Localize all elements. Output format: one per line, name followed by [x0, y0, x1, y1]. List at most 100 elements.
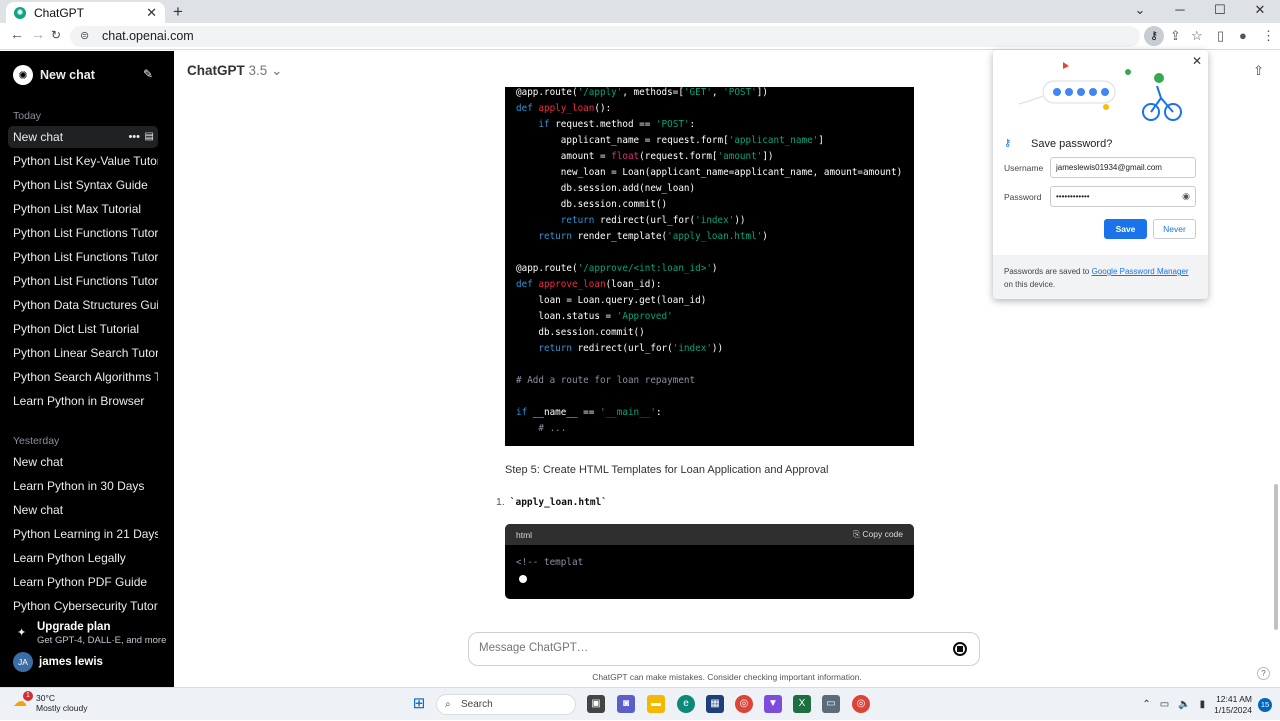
sidebar-chat-item[interactable]: Python List Max Tutorial [8, 198, 158, 220]
teams-icon[interactable]: ◙ [617, 695, 635, 713]
sidebar-chat-item[interactable]: Learn Python in 30 Days [8, 475, 158, 497]
sidebar-chat-item[interactable]: Python Linear Search Tutorial [8, 342, 158, 364]
sidebar-chat-item[interactable]: Python List Key-Value Tutorial [8, 150, 158, 172]
never-button[interactable]: Never [1153, 219, 1196, 239]
sidebar-chat-item[interactable]: New chat [8, 499, 158, 521]
reload-icon[interactable]: ↻ [51, 28, 61, 42]
password-manager-link[interactable]: Google Password Manager [1092, 267, 1189, 276]
sidebar-chat-item[interactable]: Python List Functions Tutorial [8, 270, 158, 292]
close-tab-icon[interactable]: ✕ [146, 5, 157, 21]
sidebar-chat-item[interactable]: Learn Python PDF Guide [8, 571, 158, 593]
password-field[interactable]: •••••••••••• ◉ [1050, 186, 1196, 207]
code-block-python: @app.route('/apply', methods=['GET', 'PO… [505, 87, 914, 446]
notification-badge[interactable]: 15 [1258, 697, 1272, 712]
maximize-button[interactable]: ☐ [1200, 0, 1240, 23]
sidebar-chat-item[interactable]: Python List Functions Tutorial [8, 222, 158, 244]
code-block-html: html ⎘ Copy code <!-- templat [505, 524, 914, 599]
code-line: db.session.commit() [516, 327, 644, 339]
sidebar-chat-item[interactable]: New chat ••• ▤ [8, 126, 158, 148]
sidebar-chat-item[interactable]: Python Search Algorithms Tutorial [8, 366, 158, 388]
message-input[interactable] [479, 642, 919, 654]
edge-icon[interactable]: e [677, 695, 695, 713]
close-window-button[interactable]: ✕ [1240, 0, 1280, 23]
remote-desktop-icon[interactable]: ▭ [822, 695, 840, 713]
chevron-up-icon[interactable]: ⌃ [1142, 699, 1150, 710]
minimize-button[interactable]: ─ [1160, 0, 1200, 23]
edit-icon[interactable]: ✎ [143, 67, 153, 81]
excel-icon[interactable]: X [793, 695, 811, 713]
user-menu[interactable]: JA james lewis [13, 652, 103, 672]
forward-icon[interactable]: → [31, 26, 45, 42]
help-button[interactable]: ? [1257, 667, 1270, 680]
scrollbar[interactable] [1274, 484, 1278, 630]
browser-menu-icon[interactable]: ⋮ [1262, 28, 1275, 44]
store-icon[interactable]: ▦ [706, 695, 724, 713]
task-view-icon[interactable]: ▣ [587, 695, 605, 713]
chrome-active-icon[interactable]: ◎ [852, 695, 870, 713]
list-number: 1. [496, 496, 505, 508]
message-input-box[interactable] [468, 632, 980, 666]
sidebar-chat-item[interactable]: Python List Syntax Guide [8, 174, 158, 196]
bookmark-star-icon[interactable]: ☆ [1191, 28, 1203, 44]
chrome-icon[interactable]: ◎ [735, 695, 753, 713]
stop-generating-button[interactable] [953, 642, 967, 656]
taskbar-search[interactable]: ⌕ Search [436, 694, 576, 715]
code-line: def apply_loan(): [516, 103, 611, 115]
taskbar-search-label: Search [461, 699, 493, 710]
code-token: 'GET' [683, 87, 712, 98]
code-line: # ... [516, 423, 566, 435]
code-token: # Add a route for loan repayment [516, 375, 696, 386]
sidebar-chat-item[interactable]: Python Data Structures Guide [8, 294, 158, 316]
clock[interactable]: 12:41 AM 1/15/2024 [1214, 694, 1252, 716]
weather-icon: ☁ 1 [13, 691, 33, 713]
code-token: '/approve/<int:loan_id>' [577, 263, 712, 274]
save-button[interactable]: Save [1104, 219, 1147, 239]
archive-icon[interactable]: ▤ [145, 126, 154, 148]
new-chat-label: New chat [40, 68, 95, 82]
app-icon[interactable]: ▼ [764, 695, 782, 713]
side-panel-icon[interactable]: ▯ [1217, 28, 1224, 44]
volume-icon[interactable]: 🔈 [1178, 699, 1190, 710]
code-line: return render_template('apply_loan.html'… [516, 231, 768, 243]
date: 1/15/2024 [1214, 704, 1252, 715]
network-icon[interactable]: ▭ [1160, 699, 1169, 710]
sidebar-chat-item[interactable]: Learn Python in Browser [8, 390, 158, 412]
sidebar-chat-label: Python Learning in 21 Days [13, 527, 158, 541]
file-explorer-icon[interactable]: ▬ [647, 695, 665, 713]
code-line: if request.method == 'POST': [516, 119, 695, 131]
back-icon[interactable]: ← [10, 26, 24, 42]
sidebar-chat-label: Python List Key-Value Tutorial [13, 154, 158, 168]
close-icon[interactable]: ✕ [1192, 54, 1202, 68]
code-token: (request.form[ [639, 151, 718, 162]
sidebar-chat-item[interactable]: New chat [8, 451, 158, 473]
copy-code-button[interactable]: ⎘ Copy code [853, 529, 903, 540]
tab-search-icon[interactable]: ⌄ [1120, 0, 1160, 23]
battery-icon[interactable]: ▮ [1200, 699, 1206, 710]
sidebar-chat-label: Python Search Algorithms Tutorial [13, 370, 158, 384]
new-chat-button[interactable]: ✺ New chat [8, 63, 158, 87]
sidebar-chat-item[interactable]: Python Cybersecurity Tutorial [8, 595, 158, 617]
site-info-icon[interactable]: ⊜ [80, 26, 89, 47]
url-field[interactable]: ⊜ chat.openai.com [70, 26, 1140, 47]
time: 12:41 AM [1216, 693, 1252, 704]
options-icon[interactable]: ••• [128, 126, 140, 148]
weather-widget[interactable]: ☁ 1 30°C Mostly cloudy [13, 691, 88, 713]
sidebar-chat-item[interactable]: Python Dict List Tutorial [8, 318, 158, 340]
share-chat-icon[interactable]: ⇧ [1253, 63, 1264, 79]
share-page-icon[interactable]: ⇪ [1170, 28, 1181, 44]
model-selector[interactable]: ChatGPT 3.5 ⌄ [187, 63, 282, 79]
sidebar-chat-item[interactable]: Python Learning in 21 Days [8, 523, 158, 545]
sidebar-chat-item[interactable]: Learn Python Legally [8, 547, 158, 569]
start-button[interactable]: ⊞ [410, 695, 428, 713]
profile-icon[interactable]: ● [1239, 28, 1247, 43]
code-token: 'POST' [723, 87, 757, 98]
code-token: __name__ == [532, 407, 600, 418]
new-tab-button[interactable]: + [173, 2, 183, 22]
browser-tab[interactable]: ✺ ChatGPT ✕ [6, 2, 165, 23]
eye-icon[interactable]: ◉ [1182, 187, 1190, 206]
code-token: ]) [756, 87, 768, 98]
sidebar-chat-label: New chat [13, 503, 64, 517]
password-key-icon[interactable]: ⚷ [1144, 26, 1164, 46]
sidebar-chat-item[interactable]: Python List Functions Tutorial [8, 246, 158, 268]
username-field[interactable]: jameslewis01934@gmail.com [1050, 157, 1196, 178]
